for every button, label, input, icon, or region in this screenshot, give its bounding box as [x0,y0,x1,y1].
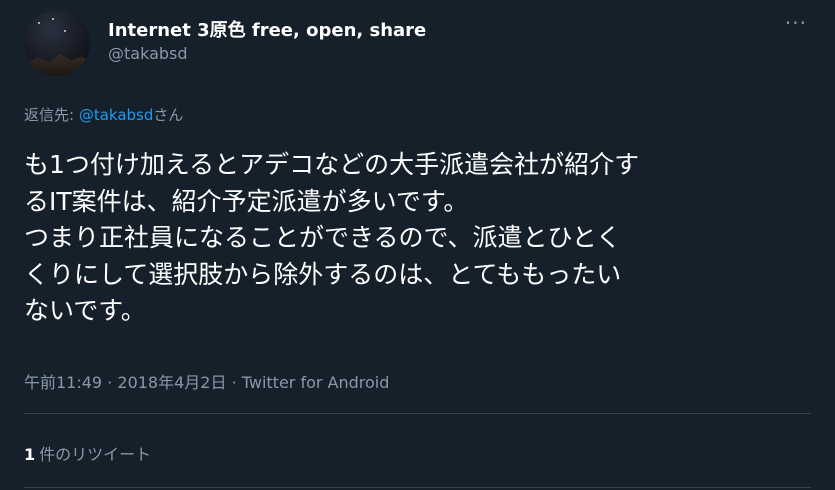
meta-separator: · [226,373,242,392]
tweet-time[interactable]: 午前11:49 [24,373,102,392]
avatar-landscape [24,53,90,76]
avatar-star [38,22,40,24]
retweet-count: 1 [24,445,36,464]
tweet-line: ないです。 [24,296,146,325]
reply-prefix: 返信先: [24,106,79,124]
meta-separator: · [102,373,118,392]
tweet-metadata: 午前11:49 · 2018年4月2日 · Twitter for Androi… [24,369,389,393]
tweet-date[interactable]: 2018年4月2日 [117,373,226,392]
tweet-line: つまり正社員になることができるので、派遣とひとく [24,223,622,252]
reply-suffix: さん [153,106,184,124]
tweet-line: も1つ付け加えるとアデコなどの大手派遣会社が紹介す [24,150,640,179]
reply-mention-link[interactable]: @takabsd [79,106,154,124]
display-name[interactable]: Internet 3原色 free, open, share [108,16,426,42]
reply-context: 返信先: @takabsdさん [24,104,183,125]
tweet-text: も1つ付け加えるとアデコなどの大手派遣会社が紹介す るIT案件は、紹介予定派遣が… [24,147,814,330]
user-handle[interactable]: @takabsd [108,44,188,63]
retweet-stats[interactable]: 1 件のリツイート [24,441,151,465]
more-horizontal-icon[interactable]: ··· [785,13,807,33]
avatar-star [52,18,54,20]
tweet-line: くりにして選択肢から除外するのは、とてももったい [24,259,622,289]
tweet-source[interactable]: Twitter for Android [242,373,390,392]
tweet-line: るIT案件は、紹介予定派遣が多いです。 [24,186,469,216]
divider [24,413,811,414]
divider [24,487,811,488]
avatar-star [64,30,66,32]
avatar[interactable] [24,10,90,76]
retweet-label: 件のリツイート [39,445,152,464]
